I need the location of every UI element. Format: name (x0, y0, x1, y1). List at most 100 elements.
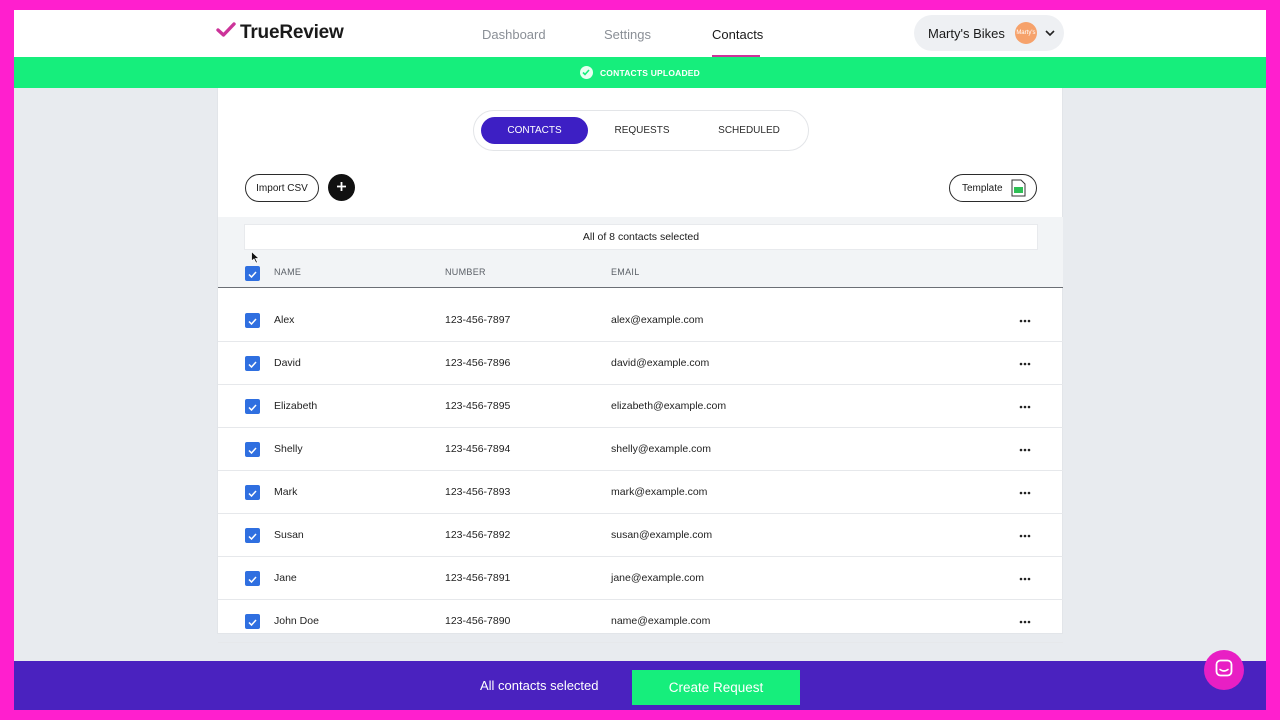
table-header-row: NAME NUMBER EMAIL (218, 253, 1063, 288)
checkmark-icon (248, 484, 257, 502)
row-actions-button[interactable] (1018, 612, 1032, 628)
table-row[interactable]: Elizabeth 123-456-7895 elizabeth@example.c… (218, 385, 1063, 428)
check-circle-icon (579, 66, 593, 79)
contact-name: Elizabeth (274, 400, 318, 412)
row-actions-button[interactable] (1018, 397, 1032, 413)
row-actions-button[interactable] (1018, 483, 1032, 499)
nav-contacts[interactable]: Contacts (712, 27, 763, 42)
selection-summary: All of 8 contacts selected (244, 224, 1038, 250)
contact-email: elizabeth@example.com (611, 400, 727, 412)
row-checkbox[interactable] (245, 442, 260, 457)
account-name: Marty's Bikes (928, 25, 1005, 41)
more-horizontal-icon (1019, 396, 1031, 414)
contact-email: jane@example.com (611, 572, 704, 584)
contact-number: 123-456-7896 (445, 357, 511, 369)
check-logo-icon (216, 22, 240, 44)
checkmark-icon (248, 441, 257, 459)
top-header: TrueReview Dashboard Settings Contacts M… (14, 10, 1266, 57)
contacts-card: CONTACTS REQUESTS SCHEDULED Import CSV T… (217, 88, 1063, 643)
checkmark-icon (248, 613, 257, 631)
row-actions-button[interactable] (1018, 440, 1032, 456)
tab-contacts[interactable]: CONTACTS (481, 117, 588, 144)
mouse-cursor-icon (251, 250, 261, 269)
plus-icon (336, 179, 347, 197)
avatar: Marty's (1014, 22, 1037, 44)
row-checkbox[interactable] (245, 614, 260, 629)
more-horizontal-icon (1019, 310, 1031, 328)
contact-email: david@example.com (611, 357, 710, 369)
contact-email: alex@example.com (611, 314, 704, 326)
tab-scheduled[interactable]: SCHEDULED (696, 117, 802, 144)
more-horizontal-icon (1019, 611, 1031, 629)
chat-icon (1215, 659, 1233, 682)
nav-settings[interactable]: Settings (604, 27, 651, 42)
bottom-action-bar: All contacts selected Create Request (14, 661, 1266, 710)
row-actions-button[interactable] (1018, 569, 1032, 585)
contact-number: 123-456-7890 (445, 615, 511, 627)
table-row[interactable]: Mark 123-456-7893 mark@example.com (218, 471, 1063, 514)
contact-number: 123-456-7897 (445, 314, 511, 326)
row-actions-button[interactable] (1018, 354, 1032, 370)
table-row[interactable]: John Doe 123-456-7890 name@example.com (218, 600, 1063, 643)
row-checkbox[interactable] (245, 313, 260, 328)
chevron-down-icon (1045, 24, 1055, 42)
more-horizontal-icon (1019, 568, 1031, 586)
brand-logo[interactable]: TrueReview (216, 22, 344, 44)
contact-name: David (274, 357, 301, 369)
contact-number: 123-456-7891 (445, 572, 511, 584)
import-csv-button[interactable]: Import CSV (245, 174, 319, 202)
contact-name: Shelly (274, 443, 303, 455)
row-actions-button[interactable] (1018, 526, 1032, 542)
row-checkbox[interactable] (245, 399, 260, 414)
nav-dashboard[interactable]: Dashboard (482, 27, 546, 42)
column-header-email[interactable]: EMAIL (611, 267, 640, 277)
row-checkbox[interactable] (245, 356, 260, 371)
more-horizontal-icon (1019, 353, 1031, 371)
more-horizontal-icon (1019, 525, 1031, 543)
tab-requests[interactable]: REQUESTS (590, 117, 694, 144)
template-label: Template (962, 182, 1003, 194)
column-header-name[interactable]: NAME (274, 267, 301, 277)
more-horizontal-icon (1019, 482, 1031, 500)
checkmark-icon (248, 398, 257, 416)
contact-name: John Doe (274, 615, 319, 627)
checkmark-icon (248, 570, 257, 588)
checkmark-icon (248, 527, 257, 545)
contact-number: 123-456-7892 (445, 529, 511, 541)
success-banner: CONTACTS UPLOADED (14, 57, 1266, 88)
template-button[interactable]: Template (949, 174, 1037, 202)
add-contact-button[interactable] (328, 174, 355, 201)
account-switcher[interactable]: Marty's Bikes Marty's (914, 15, 1064, 51)
table-header-area: All of 8 contacts selected NAME NUMBER E… (218, 217, 1063, 288)
brand-name: TrueReview (240, 22, 344, 43)
table-row[interactable]: Shelly 123-456-7894 shelly@example.com (218, 428, 1063, 471)
table-row[interactable]: Alex 123-456-7897 alex@example.com (218, 299, 1063, 342)
table-row[interactable]: Jane 123-456-7891 jane@example.com (218, 557, 1063, 600)
contact-name: Alex (274, 314, 295, 326)
contact-email: susan@example.com (611, 529, 713, 541)
contact-name: Susan (274, 529, 304, 541)
checkmark-icon (248, 312, 257, 330)
contact-name: Mark (274, 486, 298, 498)
view-tabs: CONTACTS REQUESTS SCHEDULED (473, 110, 809, 151)
table-row[interactable]: Susan 123-456-7892 susan@example.com (218, 514, 1063, 557)
avatar-text: Marty's (1016, 30, 1036, 36)
chat-launcher-button[interactable] (1204, 650, 1244, 690)
row-checkbox[interactable] (245, 571, 260, 586)
app-window: TrueReview Dashboard Settings Contacts M… (14, 10, 1266, 710)
column-header-number[interactable]: NUMBER (445, 267, 486, 277)
row-checkbox[interactable] (245, 485, 260, 500)
selection-status: All contacts selected (480, 678, 599, 693)
csv-file-icon (1011, 179, 1026, 197)
contact-number: 123-456-7893 (445, 486, 511, 498)
contact-email: mark@example.com (611, 486, 708, 498)
more-horizontal-icon (1019, 439, 1031, 457)
banner-text: CONTACTS UPLOADED (599, 67, 701, 78)
table-row[interactable]: David 123-456-7896 david@example.com (218, 342, 1063, 385)
contact-email: shelly@example.com (611, 443, 711, 455)
contact-email: name@example.com (611, 615, 711, 627)
contact-name: Jane (274, 572, 297, 584)
row-actions-button[interactable] (1018, 311, 1032, 327)
create-request-button[interactable]: Create Request (632, 670, 800, 705)
row-checkbox[interactable] (245, 528, 260, 543)
